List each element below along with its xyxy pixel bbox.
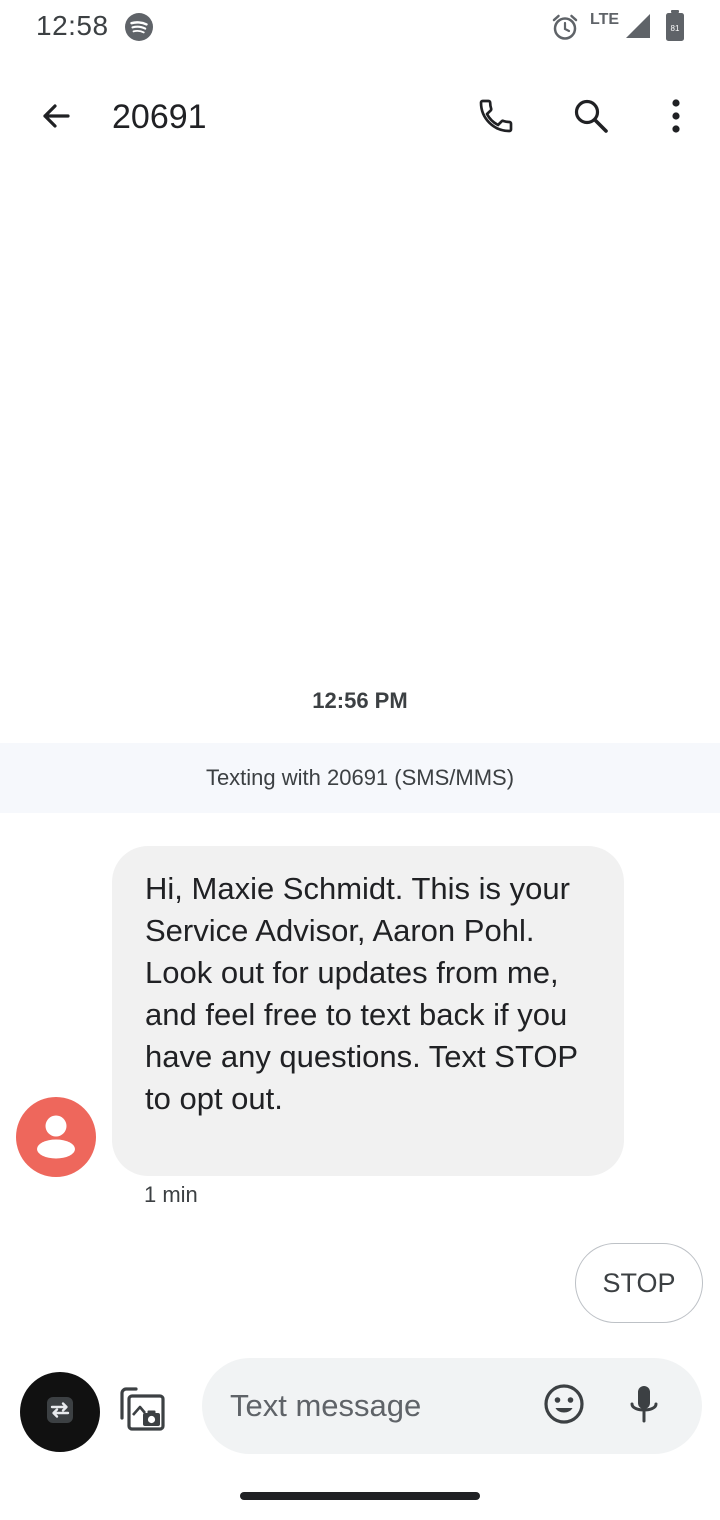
status-time: 12:58 (36, 10, 109, 41)
emoji-icon (542, 1382, 586, 1431)
battery-icon: 81 (664, 10, 686, 42)
messages-screen: 12:58 LTE 81 20691 12:56 PM Texting with… (0, 0, 720, 1520)
call-button[interactable] (468, 90, 524, 146)
network-type-label: LTE (590, 11, 620, 28)
voice-input-button[interactable] (616, 1378, 672, 1434)
back-button[interactable] (28, 90, 84, 146)
battery-level-text: 81 (671, 24, 680, 33)
message-bubble[interactable]: Hi, Maxie Schmidt. This is your Service … (112, 846, 624, 1176)
alarm-icon (550, 12, 580, 42)
search-button[interactable] (563, 90, 619, 146)
more-options-button[interactable] (648, 90, 704, 146)
compose-field[interactable] (202, 1358, 702, 1454)
sim-switch-button[interactable] (20, 1372, 100, 1452)
search-icon (572, 97, 610, 140)
gallery-camera-icon (116, 1382, 168, 1439)
suggested-reply-label: STOP (602, 1267, 676, 1298)
signal-icon (624, 12, 652, 40)
spotify-icon (124, 12, 154, 42)
app-bar: 20691 (0, 72, 720, 164)
attach-media-button[interactable] (114, 1382, 170, 1438)
mic-icon (624, 1382, 664, 1431)
back-arrow-icon (38, 98, 74, 139)
person-icon (28, 1107, 84, 1168)
emoji-button[interactable] (536, 1378, 592, 1434)
texting-mode-banner: Texting with 20691 (SMS/MMS) (0, 743, 720, 813)
suggested-reply-stop[interactable]: STOP (575, 1243, 703, 1323)
message-input[interactable] (230, 1380, 530, 1432)
sim-switch-icon (40, 1390, 80, 1435)
message-text: Hi, Maxie Schmidt. This is your Service … (145, 871, 578, 1116)
message-timestamp: 12:56 PM (312, 688, 408, 713)
more-vert-icon (670, 98, 682, 139)
texting-mode-text: Texting with 20691 (SMS/MMS) (205, 765, 515, 790)
status-bar: 12:58 LTE 81 (0, 0, 720, 54)
contact-avatar[interactable] (16, 1097, 96, 1177)
conversation-title: 20691 (112, 98, 207, 136)
message-time: 1 min (144, 1182, 198, 1207)
home-indicator[interactable] (240, 1492, 480, 1500)
phone-icon (476, 96, 516, 141)
